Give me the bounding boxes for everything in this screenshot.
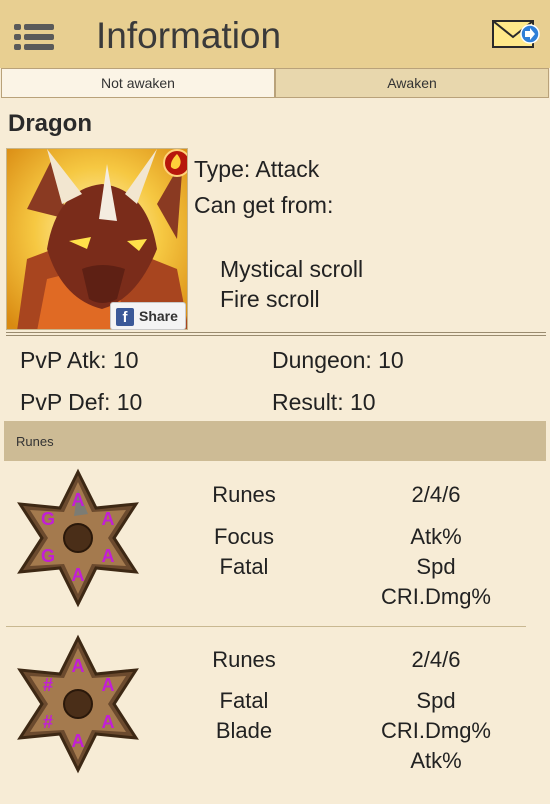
- awaken-tabs: Not awaken Awaken: [0, 68, 550, 98]
- rune-stat: CRI.Dmg%: [380, 584, 491, 609]
- fire-element-icon: [162, 150, 188, 176]
- top-bar: Information: [0, 0, 550, 68]
- svg-text:A: A: [72, 656, 85, 676]
- svg-text:A: A: [72, 565, 85, 585]
- rune-stat: CRI.Dmg%: [380, 718, 491, 743]
- rune-set-name: Fatal: [219, 554, 269, 579]
- svg-text:A: A: [102, 675, 115, 695]
- svg-text:A: A: [102, 546, 115, 566]
- rune-stat: Atk%: [410, 748, 462, 773]
- runes-header: Runes: [212, 647, 276, 672]
- section-divider: [6, 332, 546, 336]
- svg-text:G: G: [41, 546, 55, 566]
- monster-type: Type: Attack: [194, 156, 320, 182]
- rune-star-icon: A A A A G G: [8, 468, 148, 608]
- svg-text:A: A: [72, 731, 85, 751]
- runes-section-label: Runes: [16, 434, 54, 449]
- hamburger-menu-icon[interactable]: [14, 24, 54, 50]
- page-title: Information: [96, 15, 282, 56]
- runes-section-header: Runes: [4, 421, 546, 461]
- tab-awaken[interactable]: Awaken: [275, 68, 549, 98]
- rune-stat: Spd: [416, 554, 456, 579]
- mail-forward-icon[interactable]: [492, 18, 540, 52]
- runes-slots: 2/4/6: [411, 647, 461, 672]
- svg-text:G: G: [41, 509, 55, 529]
- stat-pvp-def: PvP Def: 10: [20, 389, 143, 415]
- svg-text:#: #: [43, 712, 53, 732]
- source-item: Mystical scroll: [220, 256, 364, 282]
- stat-dungeon: Dungeon: 10: [272, 347, 404, 373]
- rune-set-name: Focus: [214, 524, 274, 549]
- rune-stat: Atk%: [410, 524, 462, 549]
- stat-pvp-atk: PvP Atk: 10: [20, 347, 139, 373]
- svg-text:A: A: [102, 712, 115, 732]
- share-label: Share: [139, 308, 178, 324]
- svg-text:#: #: [43, 675, 53, 695]
- monster-name: Dragon: [8, 110, 92, 137]
- svg-text:A: A: [102, 509, 115, 529]
- rune-star-icon: A A A A # #: [8, 634, 148, 774]
- share-button[interactable]: f Share: [110, 302, 186, 330]
- facebook-icon: f: [116, 308, 134, 326]
- source-heading: Can get from:: [194, 192, 334, 218]
- rune-stat: Spd: [416, 688, 456, 713]
- runes-slots: 2/4/6: [411, 482, 461, 507]
- svg-text:A: A: [72, 490, 85, 510]
- tab-not-awaken[interactable]: Not awaken: [1, 68, 275, 98]
- source-item: Fire scroll: [220, 286, 320, 312]
- runes-header: Runes: [212, 482, 276, 507]
- rune-set-name: Blade: [215, 718, 273, 743]
- stat-result: Result: 10: [272, 389, 376, 415]
- rune-set-name: Fatal: [219, 688, 269, 713]
- rune-divider: [6, 626, 526, 627]
